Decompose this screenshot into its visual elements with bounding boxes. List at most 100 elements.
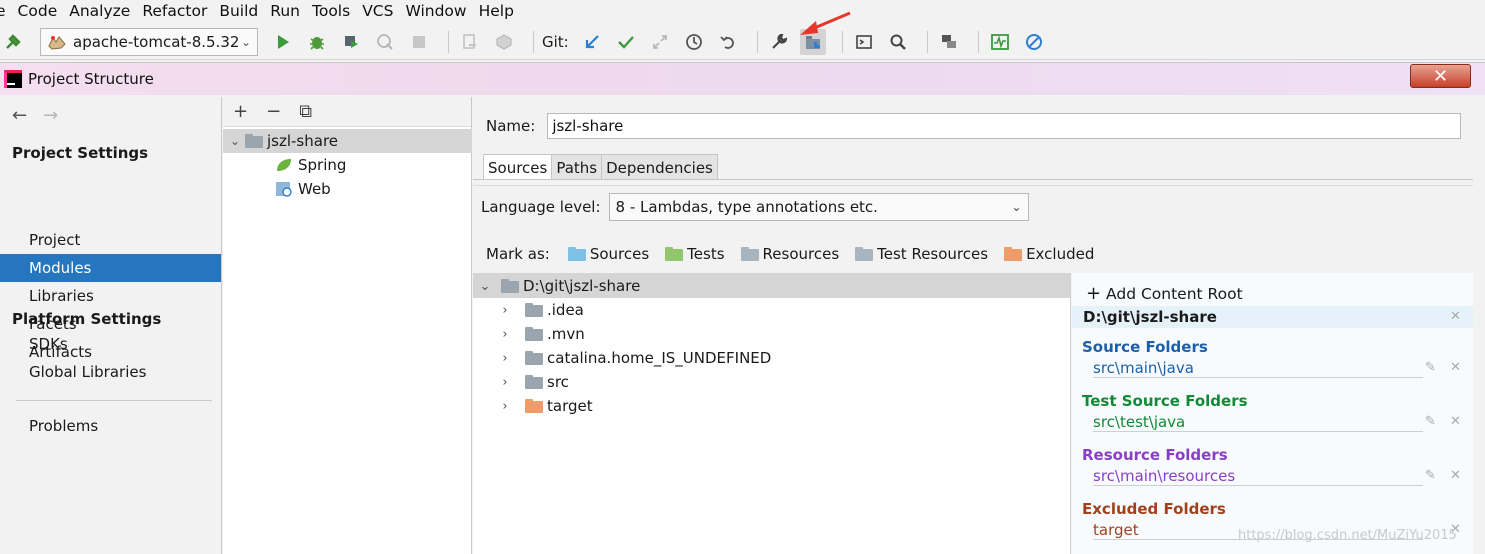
- tree-item-catalina[interactable]: › catalina.home_IS_UNDEFINED: [495, 346, 771, 370]
- resource-folders-title: Resource Folders: [1082, 446, 1228, 464]
- build-hammer-icon[interactable]: [0, 29, 26, 55]
- module-facet-web[interactable]: Web: [223, 177, 472, 201]
- folder-icon: [501, 279, 519, 293]
- run-icon[interactable]: [270, 29, 296, 55]
- remove-icon[interactable]: ✕: [1450, 414, 1461, 429]
- debug-icon[interactable]: [304, 29, 330, 55]
- add-content-root-button[interactable]: + Add Content Root: [1086, 283, 1243, 304]
- resources-folder-icon: [740, 247, 759, 261]
- module-tree-root[interactable]: ⌄ jszl-share: [223, 129, 472, 153]
- tree-item-mvn[interactable]: › .mvn: [495, 322, 584, 346]
- coverage-icon[interactable]: [338, 29, 364, 55]
- git-update-icon[interactable]: [579, 29, 605, 55]
- edit-pencil-icon[interactable]: ✎: [1425, 360, 1436, 375]
- test-resources-folder-icon: [855, 247, 874, 261]
- git-compare-icon[interactable]: [647, 29, 673, 55]
- settings-wrench-icon[interactable]: [766, 29, 792, 55]
- plus-icon: +: [1086, 283, 1102, 304]
- remove-icon[interactable]: ✕: [1450, 360, 1461, 375]
- edit-pencil-icon[interactable]: ✎: [1425, 414, 1436, 429]
- module-settings-pane: Name: Sources Paths Dependencies Languag…: [473, 97, 1473, 554]
- content-root-summary: + Add Content Root D:\git\jszl-share ✕ S…: [1072, 273, 1473, 554]
- expand-chevron-icon[interactable]: ›: [495, 351, 515, 366]
- collapse-chevron-icon[interactable]: ⌄: [225, 129, 245, 153]
- forward-arrow-icon[interactable]: →: [43, 105, 58, 126]
- toolbar-separator: [756, 30, 758, 53]
- expand-chevron-icon[interactable]: ›: [495, 327, 515, 342]
- copy-icon[interactable]: ⧉: [299, 101, 312, 122]
- add-icon[interactable]: +: [233, 101, 248, 122]
- tree-item-target[interactable]: › target: [495, 394, 592, 418]
- expand-chevron-icon[interactable]: ›: [495, 303, 515, 318]
- nav-item-problems[interactable]: Problems: [0, 412, 221, 440]
- menu-analyze[interactable]: Analyze: [63, 2, 136, 20]
- activity-monitor-icon[interactable]: [987, 29, 1013, 55]
- project-settings-header: Project Settings: [12, 144, 149, 162]
- menu-run[interactable]: Run: [264, 2, 306, 20]
- edit-pencil-icon[interactable]: ✎: [1425, 468, 1436, 483]
- nav-item-sdks[interactable]: SDKs: [0, 330, 221, 358]
- expand-chevron-icon[interactable]: ›: [495, 375, 515, 390]
- nav-item-libraries[interactable]: Libraries: [0, 282, 221, 310]
- run-anything-icon[interactable]: [851, 29, 877, 55]
- attach-debugger-icon[interactable]: [457, 29, 483, 55]
- run-configuration-select[interactable]: apache-tomcat-8.5.32 ⌄: [40, 27, 258, 56]
- menu-tools[interactable]: Tools: [306, 2, 356, 20]
- menu-build[interactable]: Build: [213, 2, 264, 20]
- profile-icon[interactable]: [372, 29, 398, 55]
- toolbar-separator: [926, 30, 928, 53]
- menu-refactor[interactable]: Refactor: [136, 2, 213, 20]
- build-artifact-icon[interactable]: [491, 29, 517, 55]
- mark-resources-label: Resources: [762, 245, 840, 263]
- remove-root-icon[interactable]: ✕: [1450, 309, 1461, 324]
- menu-file[interactable]: e: [0, 2, 12, 20]
- tab-dependencies[interactable]: Dependencies: [601, 154, 718, 180]
- back-arrow-icon[interactable]: ←: [12, 105, 27, 126]
- tree-item-idea[interactable]: › .idea: [495, 298, 584, 322]
- remove-icon[interactable]: −: [266, 101, 281, 122]
- module-name-input[interactable]: [547, 113, 1462, 139]
- expand-chevron-icon[interactable]: ›: [495, 399, 515, 414]
- chevron-down-icon: ⌄: [240, 34, 251, 49]
- mark-excluded-label: Excluded: [1026, 245, 1095, 263]
- menu-help[interactable]: Help: [473, 2, 520, 20]
- menu-window[interactable]: Window: [399, 2, 472, 20]
- menu-vcs[interactable]: VCS: [356, 2, 399, 20]
- nav-item-global-libraries[interactable]: Global Libraries: [0, 358, 221, 386]
- mark-excluded-button[interactable]: Excluded: [1004, 245, 1094, 263]
- content-root-tree: ⌄ D:\git\jszl-share › .idea › .mvn › cat…: [473, 273, 1071, 554]
- menu-code[interactable]: Code: [12, 2, 64, 20]
- database-icon[interactable]: [936, 29, 962, 55]
- tab-sources[interactable]: Sources: [483, 154, 553, 180]
- module-tabs: Sources Paths Dependencies: [483, 154, 718, 180]
- content-root-node[interactable]: ⌄ D:\git\jszl-share: [473, 274, 1070, 298]
- close-button[interactable]: ✕: [1410, 64, 1471, 88]
- excluded-folder-icon: [525, 399, 543, 413]
- folder-icon: [525, 351, 543, 365]
- stop-icon[interactable]: [406, 29, 432, 55]
- tab-paths[interactable]: Paths: [551, 154, 603, 180]
- language-level-select[interactable]: 8 - Lambdas, type annotations etc. ⌄: [608, 193, 1029, 221]
- intellij-logo-icon: [4, 70, 22, 88]
- mark-test-resources-button[interactable]: Test Resources: [855, 245, 988, 263]
- git-history-icon[interactable]: [681, 29, 707, 55]
- search-icon[interactable]: [885, 29, 911, 55]
- watermark: https://blog.csdn.net/MuZiYu2015: [1238, 528, 1457, 543]
- mark-sources-button[interactable]: Sources: [567, 245, 649, 263]
- module-facet-spring[interactable]: Spring: [223, 153, 472, 177]
- mark-tests-button[interactable]: Tests: [665, 245, 725, 263]
- source-folder-path: src\main\java: [1093, 359, 1423, 378]
- excluded-folder-icon: [1004, 247, 1023, 261]
- nav-item-modules[interactable]: Modules: [0, 254, 221, 282]
- nav-item-project[interactable]: Project: [0, 226, 221, 254]
- power-save-icon[interactable]: [1021, 29, 1047, 55]
- git-commit-icon[interactable]: [613, 29, 639, 55]
- nav-divider: [16, 400, 212, 401]
- git-rollback-icon[interactable]: [715, 29, 741, 55]
- remove-icon[interactable]: ✕: [1450, 468, 1461, 483]
- test-folders-title: Test Source Folders: [1082, 392, 1248, 410]
- collapse-chevron-icon[interactable]: ⌄: [475, 279, 495, 294]
- resource-folder-path: src\main\resources: [1093, 467, 1423, 486]
- tree-item-src[interactable]: › src: [495, 370, 569, 394]
- mark-resources-button[interactable]: Resources: [740, 245, 840, 263]
